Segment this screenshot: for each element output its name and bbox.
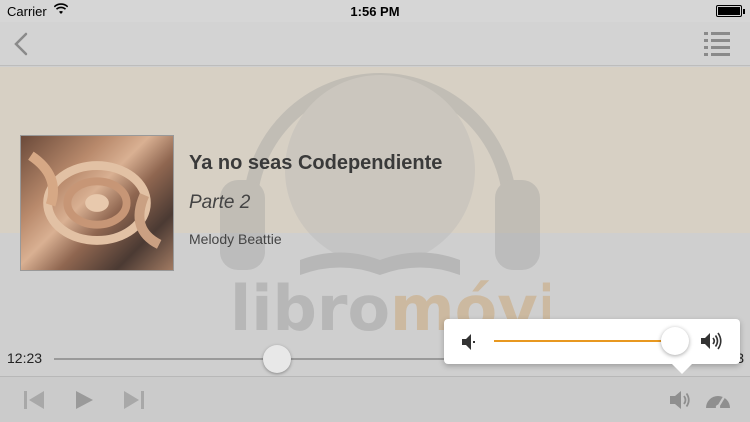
libromovil-logo: libro móvil — [220, 73, 550, 345]
book-cover-image — [20, 135, 174, 271]
speaker-icon[interactable] — [668, 389, 692, 411]
speedometer-icon[interactable] — [704, 389, 732, 411]
volume-slider-track[interactable] — [494, 327, 689, 355]
book-title: Ya no seas Codependiente — [189, 152, 443, 174]
volume-low-icon — [462, 334, 475, 350]
elapsed-time: 12:23 — [7, 350, 43, 366]
volume-high-icon — [701, 332, 722, 350]
book-part: Parte 2 — [189, 192, 251, 213]
volume-slider-thumb[interactable] — [660, 327, 689, 355]
battery-icon — [716, 5, 745, 17]
list-icon[interactable] — [704, 30, 730, 56]
play-icon[interactable] — [72, 389, 96, 411]
book-author: Melody Beattie — [189, 231, 282, 247]
volume-slider-fill — [494, 340, 675, 342]
skip-back-icon[interactable] — [22, 389, 46, 411]
chevron-left-icon[interactable] — [10, 30, 34, 58]
skip-forward-icon[interactable] — [122, 389, 146, 411]
volume-popover — [444, 319, 740, 374]
clock: 1:56 PM — [350, 4, 400, 19]
status-bar: Carrier 1:56 PM — [0, 0, 750, 22]
svg-text:libro: libro — [230, 272, 390, 345]
player-controls — [0, 376, 750, 422]
progress-thumb[interactable] — [263, 345, 292, 373]
